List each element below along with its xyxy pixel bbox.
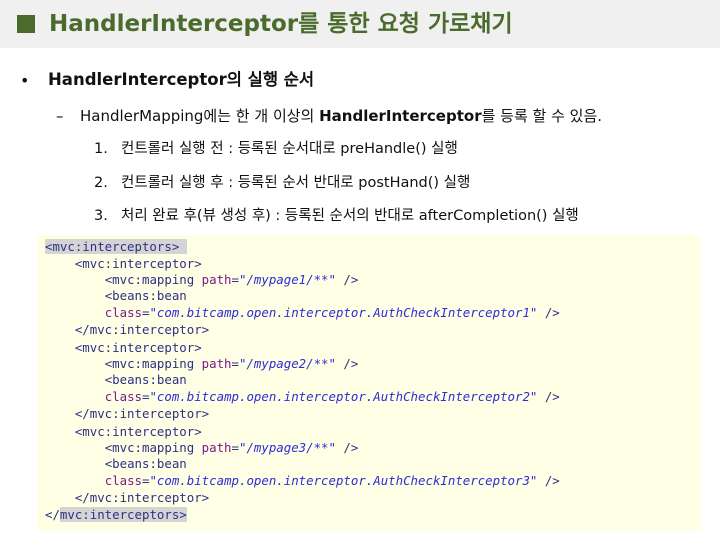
step-text: 처리 완료 후(뷰 생성 후) : 등록된 순서의 반대로 afterCompl… — [121, 208, 579, 224]
step-number: 3. — [94, 208, 108, 224]
bean-class-value: "com.bitcamp.open.interceptor.AuthCheckI… — [149, 305, 538, 320]
mapping-path-value: "/mypage3/**" — [238, 440, 336, 455]
title-square-icon — [17, 15, 35, 33]
code-line: <mvc:mapping path="/mypage2/**" /> — [104, 356, 359, 371]
code-line: </mvc:interceptor> — [45, 322, 209, 338]
interceptor-open-tag: <mvc:interceptor> — [74, 424, 202, 439]
sub-bullet-text: HandlerMapping에는 한 개 이상의 HandlerIntercep… — [80, 106, 602, 126]
code-line: class="com.bitcamp.open.interceptor.Auth… — [104, 305, 560, 320]
code-line: class="com.bitcamp.open.interceptor.Auth… — [104, 389, 560, 404]
step-number: 2. — [94, 175, 108, 191]
code-line: </mvc:interceptors> — [45, 507, 187, 522]
bullet-heading: HandlerInterceptor의 실행 순서 — [48, 70, 315, 89]
code-line: </mvc:interceptor> — [45, 406, 209, 422]
sub-bullet-bold: HandlerInterceptor — [319, 107, 482, 125]
interceptor-open-tag: <mvc:interceptor> — [74, 256, 202, 271]
sub-bullet-prefix: HandlerMapping에는 한 개 이상의 — [80, 107, 320, 125]
code-line: <mvc:interceptor> — [45, 340, 202, 356]
code-block: <mvc:interceptors> <mvc:interceptor> <mv… — [37, 235, 700, 531]
page-title: HandlerInterceptor를 통한 요청 가로채기 — [49, 11, 513, 37]
code-line: <mvc:interceptor> — [45, 424, 202, 440]
code-line: <beans:bean — [104, 456, 187, 471]
bullet-marker: • — [20, 71, 30, 90]
sub-bullet-marker: – — [56, 107, 64, 125]
bean-class-value: "com.bitcamp.open.interceptor.AuthCheckI… — [149, 389, 538, 404]
code-line: <mvc:mapping path="/mypage3/**" /> — [104, 440, 359, 455]
root-open-tag: <mvc:interceptors> — [45, 239, 180, 254]
code-line: <mvc:mapping path="/mypage1/**" /> — [104, 272, 359, 287]
bean-class-value: "com.bitcamp.open.interceptor.AuthCheckI… — [149, 473, 538, 488]
step-item-2: 2. 컨트롤러 실행 후 : 등록된 순서 반대로 postHand() 실행 — [94, 173, 470, 193]
interceptor-close-tag: </mvc:interceptor> — [74, 322, 210, 337]
code-line: </mvc:interceptor> — [45, 490, 209, 506]
title-bar: HandlerInterceptor를 통한 요청 가로채기 — [0, 0, 720, 48]
step-text: 컨트롤러 실행 후 : 등록된 순서 반대로 postHand() 실행 — [121, 175, 471, 191]
code-line: <mvc:interceptors> — [45, 239, 187, 255]
code-line: class="com.bitcamp.open.interceptor.Auth… — [104, 473, 560, 488]
interceptor-close-tag: </mvc:interceptor> — [74, 406, 210, 421]
interceptor-close-tag: </mvc:interceptor> — [74, 490, 210, 505]
code-line: <mvc:interceptor> — [45, 256, 202, 272]
step-number: 1. — [94, 141, 108, 157]
root-close-tag: mvc:interceptors> — [59, 507, 187, 522]
sub-bullet-suffix: 를 등록 할 수 있음. — [481, 107, 603, 125]
code-line: <beans:bean — [104, 372, 187, 387]
step-text: 컨트롤러 실행 전 : 등록된 순서대로 preHandle() 실행 — [121, 141, 458, 157]
mapping-path-value: "/mypage1/**" — [238, 272, 336, 287]
step-item-1: 1. 컨트롤러 실행 전 : 등록된 순서대로 preHandle() 실행 — [94, 139, 458, 159]
interceptor-open-tag: <mvc:interceptor> — [74, 340, 202, 355]
step-item-3: 3. 처리 완료 후(뷰 생성 후) : 등록된 순서의 반대로 afterCom… — [94, 206, 579, 226]
mapping-path-value: "/mypage2/**" — [238, 356, 336, 371]
code-line: <beans:bean — [104, 288, 187, 303]
